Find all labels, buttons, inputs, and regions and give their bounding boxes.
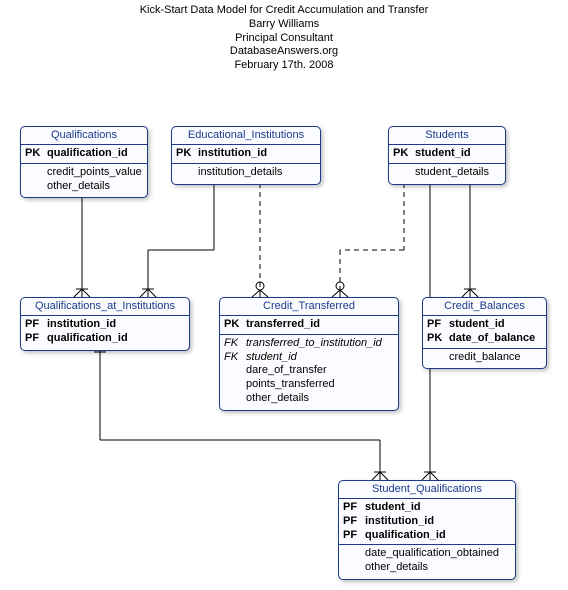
entity-body: PKinstitution_id institution_details <box>172 145 320 184</box>
entity-qualifications-at-institutions: Qualifications_at_Institutions PFinstitu… <box>20 297 190 351</box>
entity-qualifications: Qualifications PKqualification_id credit… <box>20 126 148 198</box>
entity-body: PKstudent_id student_details <box>389 145 505 184</box>
title-line-3: Principal Consultant <box>0 32 568 46</box>
entity-educational-institutions: Educational_Institutions PKinstitution_i… <box>171 126 321 185</box>
title-line-2: Barry Williams <box>0 18 568 32</box>
entity-body: PKqualification_id credit_points_value o… <box>21 145 147 197</box>
entity-body: PFinstitution_id PFqualification_id <box>21 316 189 350</box>
entity-header: Student_Qualifications <box>339 481 515 499</box>
entity-body: PKtransferred_id FKtransferred_to_instit… <box>220 316 398 410</box>
entity-student-qualifications: Student_Qualifications PFstudent_id PFin… <box>338 480 516 580</box>
diagram-title: Kick-Start Data Model for Credit Accumul… <box>0 4 568 73</box>
entity-credit-balances: Credit_Balances PFstudent_id PKdate_of_b… <box>422 297 547 369</box>
entity-header: Students <box>389 127 505 145</box>
entity-header: Qualifications <box>21 127 147 145</box>
entity-body: PFstudent_id PFinstitution_id PFqualific… <box>339 499 515 579</box>
entity-body: PFstudent_id PKdate_of_balance credit_ba… <box>423 316 546 368</box>
entity-header: Credit_Transferred <box>220 298 398 316</box>
entity-header: Educational_Institutions <box>172 127 320 145</box>
title-line-1: Kick-Start Data Model for Credit Accumul… <box>0 4 568 18</box>
entity-header: Qualifications_at_Institutions <box>21 298 189 316</box>
entity-credit-transferred: Credit_Transferred PKtransferred_id FKtr… <box>219 297 399 411</box>
title-line-4: DatabaseAnswers.org <box>0 45 568 59</box>
title-line-5: February 17th. 2008 <box>0 59 568 73</box>
entity-header: Credit_Balances <box>423 298 546 316</box>
entity-students: Students PKstudent_id student_details <box>388 126 506 185</box>
